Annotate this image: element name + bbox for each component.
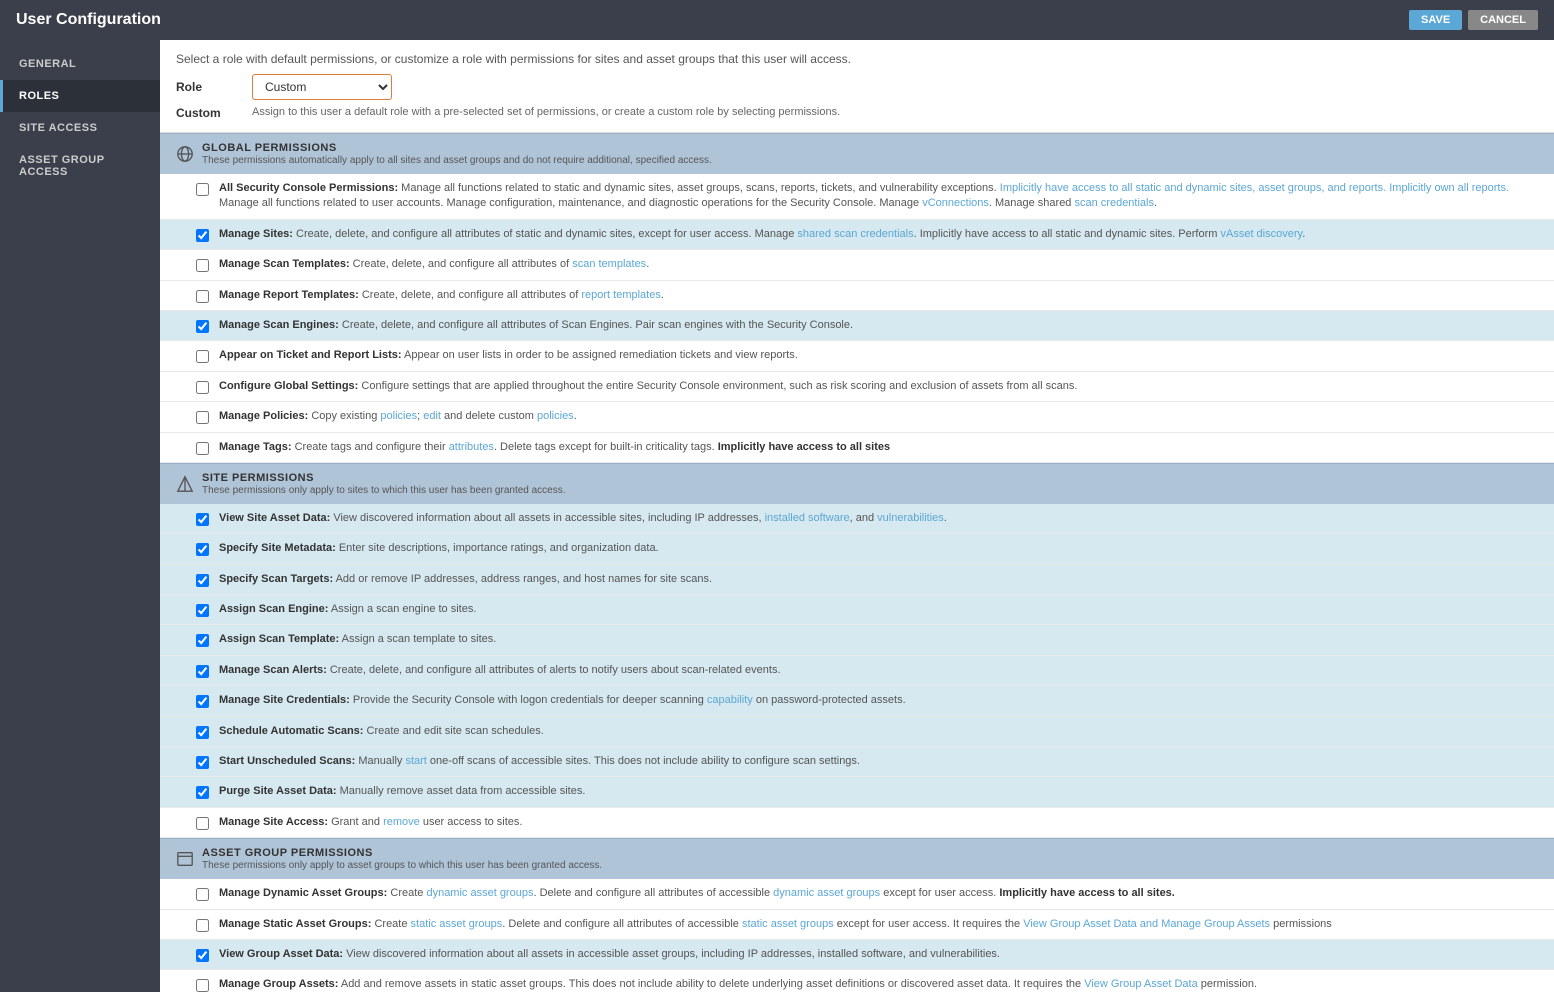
- perm-schedule-automatic-scans: Schedule Automatic Scans: Create and edi…: [160, 717, 1554, 747]
- global-permissions-title: GLOBAL PERMISSIONS: [202, 142, 712, 154]
- perm-manage-policies-checkbox[interactable]: [196, 411, 209, 424]
- perm-manage-static-asset-groups-checkbox[interactable]: [196, 919, 209, 932]
- sidebar-item-site-access[interactable]: SITE ACCESS: [0, 112, 160, 144]
- perm-manage-site-credentials-checkbox[interactable]: [196, 695, 209, 708]
- sidebar-item-asset-group-access[interactable]: ASSET GROUP ACCESS: [0, 144, 160, 188]
- perm-configure-global-settings: Configure Global Settings: Configure set…: [160, 372, 1554, 402]
- perm-manage-sites-checkbox[interactable]: [196, 229, 209, 242]
- site-permissions-section: SITE PERMISSIONS These permissions only …: [160, 463, 1554, 838]
- custom-label: Custom: [176, 106, 236, 120]
- page-title: User Configuration: [16, 11, 161, 29]
- perm-schedule-automatic-scans-checkbox[interactable]: [196, 726, 209, 739]
- perm-manage-site-credentials: Manage Site Credentials: Provide the Sec…: [160, 686, 1554, 716]
- perm-manage-group-assets: Manage Group Assets: Add and remove asse…: [160, 970, 1554, 992]
- perm-view-group-asset-data: View Group Asset Data: View discovered i…: [160, 940, 1554, 970]
- perm-assign-scan-engine-checkbox[interactable]: [196, 604, 209, 617]
- perm-manage-dynamic-asset-groups-checkbox[interactable]: [196, 888, 209, 901]
- perm-manage-static-asset-groups: Manage Static Asset Groups: Create stati…: [160, 910, 1554, 940]
- perm-specify-scan-targets: Specify Scan Targets: Add or remove IP a…: [160, 565, 1554, 595]
- perm-assign-scan-template-checkbox[interactable]: [196, 634, 209, 647]
- sidebar: GENERAL ROLES SITE ACCESS ASSET GROUP AC…: [0, 40, 160, 992]
- perm-purge-site-asset-data-checkbox[interactable]: [196, 786, 209, 799]
- perm-appear-ticket-report-checkbox[interactable]: [196, 350, 209, 363]
- perm-manage-sites: Manage Sites: Create, delete, and config…: [160, 220, 1554, 250]
- perm-specify-site-metadata: Specify Site Metadata: Enter site descri…: [160, 534, 1554, 564]
- perm-purge-site-asset-data: Purge Site Asset Data: Manually remove a…: [160, 777, 1554, 807]
- asset-group-icon: [176, 850, 194, 868]
- role-label: Role: [176, 80, 236, 94]
- role-select[interactable]: Custom Global Administrator Site Adminis…: [252, 74, 392, 100]
- sidebar-item-roles[interactable]: ROLES: [0, 80, 160, 112]
- perm-manage-site-access: Manage Site Access: Grant and remove use…: [160, 808, 1554, 838]
- perm-start-unscheduled-scans: Start Unscheduled Scans: Manually start …: [160, 747, 1554, 777]
- perm-manage-scan-engines-checkbox[interactable]: [196, 320, 209, 333]
- roles-description: Select a role with default permissions, …: [176, 52, 1538, 66]
- perm-manage-scan-engines: Manage Scan Engines: Create, delete, and…: [160, 311, 1554, 341]
- perm-configure-global-settings-checkbox[interactable]: [196, 381, 209, 394]
- perm-all-security-console-checkbox[interactable]: [196, 183, 209, 196]
- cancel-button[interactable]: CANCEL: [1468, 10, 1538, 30]
- asset-group-permissions-header: ASSET GROUP PERMISSIONS These permission…: [160, 838, 1554, 879]
- perm-manage-scan-templates-checkbox[interactable]: [196, 259, 209, 272]
- perm-view-site-asset-data-checkbox[interactable]: [196, 513, 209, 526]
- perm-assign-scan-engine: Assign Scan Engine: Assign a scan engine…: [160, 595, 1554, 625]
- site-permissions-header: SITE PERMISSIONS These permissions only …: [160, 463, 1554, 504]
- perm-all-security-console: All Security Console Permissions: Manage…: [160, 174, 1554, 220]
- global-permissions-header: GLOBAL PERMISSIONS These permissions aut…: [160, 133, 1554, 174]
- save-button[interactable]: SAVE: [1409, 10, 1462, 30]
- perm-manage-tags: Manage Tags: Create tags and configure t…: [160, 433, 1554, 463]
- perm-view-site-asset-data: View Site Asset Data: View discovered in…: [160, 504, 1554, 534]
- perm-appear-ticket-report: Appear on Ticket and Report Lists: Appea…: [160, 341, 1554, 371]
- perm-specify-scan-targets-checkbox[interactable]: [196, 574, 209, 587]
- perm-view-group-asset-data-checkbox[interactable]: [196, 949, 209, 962]
- site-icon: [176, 475, 194, 493]
- perm-manage-scan-alerts: Manage Scan Alerts: Create, delete, and …: [160, 656, 1554, 686]
- perm-manage-report-templates: Manage Report Templates: Create, delete,…: [160, 281, 1554, 311]
- perm-assign-scan-template: Assign Scan Template: Assign a scan temp…: [160, 625, 1554, 655]
- site-permissions-title: SITE PERMISSIONS: [202, 472, 566, 484]
- perm-start-unscheduled-scans-checkbox[interactable]: [196, 756, 209, 769]
- asset-group-permissions-section: ASSET GROUP PERMISSIONS These permission…: [160, 838, 1554, 992]
- perm-manage-scan-templates: Manage Scan Templates: Create, delete, a…: [160, 250, 1554, 280]
- perm-manage-report-templates-checkbox[interactable]: [196, 290, 209, 303]
- asset-group-permissions-title: ASSET GROUP PERMISSIONS: [202, 847, 602, 859]
- perm-manage-site-access-checkbox[interactable]: [196, 817, 209, 830]
- custom-description: Assign to this user a default role with …: [252, 106, 840, 118]
- perm-manage-scan-alerts-checkbox[interactable]: [196, 665, 209, 678]
- perm-manage-policies: Manage Policies: Copy existing policies;…: [160, 402, 1554, 432]
- global-permissions-desc: These permissions automatically apply to…: [202, 155, 712, 166]
- sidebar-item-general[interactable]: GENERAL: [0, 48, 160, 80]
- perm-specify-site-metadata-checkbox[interactable]: [196, 543, 209, 556]
- perm-manage-tags-checkbox[interactable]: [196, 442, 209, 455]
- site-permissions-desc: These permissions only apply to sites to…: [202, 485, 566, 496]
- globe-icon: [176, 145, 194, 163]
- perm-manage-group-assets-checkbox[interactable]: [196, 979, 209, 992]
- content-area: Select a role with default permissions, …: [160, 40, 1554, 992]
- global-permissions-section: GLOBAL PERMISSIONS These permissions aut…: [160, 133, 1554, 463]
- asset-group-permissions-desc: These permissions only apply to asset gr…: [202, 860, 602, 871]
- perm-manage-dynamic-asset-groups: Manage Dynamic Asset Groups: Create dyna…: [160, 879, 1554, 909]
